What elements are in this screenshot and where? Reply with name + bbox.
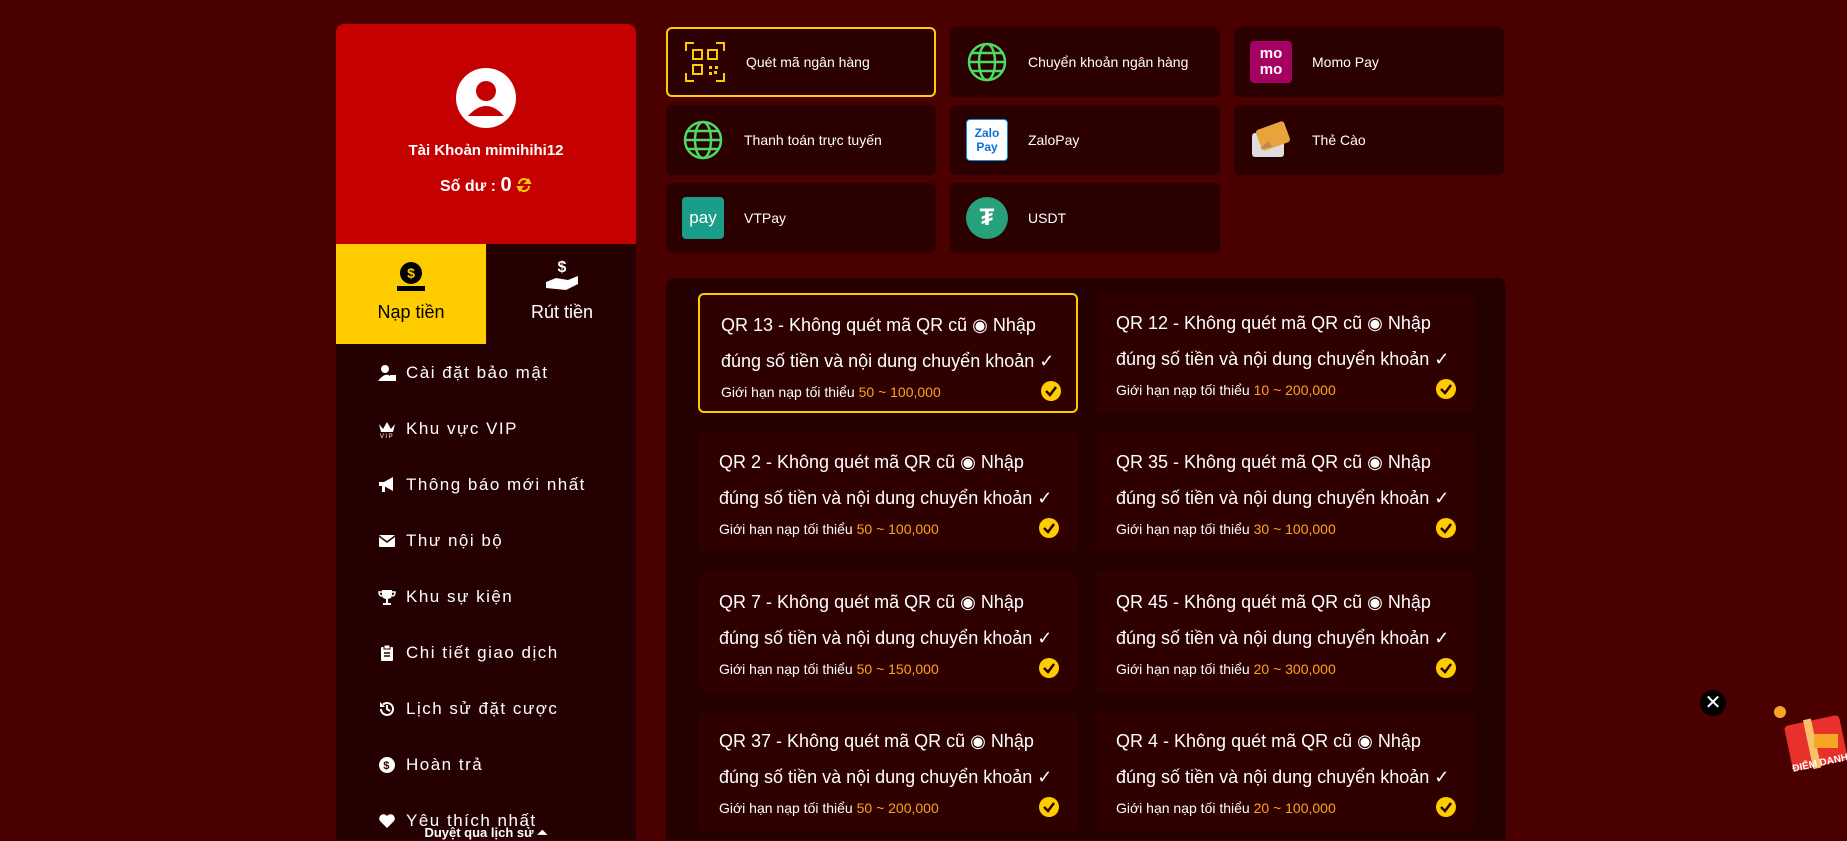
qr-channel-card[interactable]: QR 12 - Không quét mã QR cũ ◉ Nhập đúng … bbox=[1095, 293, 1475, 413]
method-vtpay[interactable]: pay VTPay bbox=[666, 183, 936, 253]
clipboard-icon bbox=[381, 644, 393, 661]
method-label: VTPay bbox=[744, 210, 787, 226]
check-icon bbox=[1039, 658, 1059, 678]
avatar[interactable] bbox=[456, 68, 516, 128]
menu-bet-history[interactable]: Lịch sử đặt cược bbox=[378, 695, 558, 723]
sidebar-menu: Cài đặt bảo mật VIP Khu vực VIP Thông bá… bbox=[336, 344, 636, 840]
megaphone-icon bbox=[379, 477, 393, 492]
balance-value: 0 bbox=[500, 174, 512, 196]
menu-vip-area[interactable]: VIP Khu vực VIP bbox=[378, 415, 518, 443]
momo-logo: mo mo bbox=[1250, 41, 1292, 83]
check-icon bbox=[1436, 658, 1456, 678]
svg-text:VIP: VIP bbox=[380, 434, 394, 438]
check-icon bbox=[1039, 797, 1059, 817]
menu-security-settings[interactable]: Cài đặt bảo mật bbox=[378, 359, 549, 387]
check-icon bbox=[1436, 797, 1456, 817]
svg-text:$: $ bbox=[407, 265, 415, 281]
method-label: USDT bbox=[1028, 210, 1067, 226]
browse-history-link[interactable]: Duyệt qua lịch sử ⏶ bbox=[336, 825, 636, 841]
checkin-gift-widget[interactable]: ĐIỂM DANH bbox=[1774, 690, 1847, 780]
vip-crown-icon: VIP bbox=[379, 422, 395, 438]
method-label: Chuyển khoản ngân hàng bbox=[1028, 54, 1189, 70]
method-scratch-card[interactable]: Thẻ Cào bbox=[1234, 105, 1504, 175]
menu-rebate[interactable]: $ Hoàn trả bbox=[378, 751, 483, 779]
tab-deposit[interactable]: $ Nạp tiền bbox=[336, 244, 486, 344]
qr-channel-card[interactable]: QR 2 - Không quét mã QR cũ ◉ Nhập đúng s… bbox=[698, 432, 1078, 552]
menu-transaction-details[interactable]: Chi tiết giao dịch bbox=[378, 639, 559, 667]
qr-channel-card[interactable]: QR 4 - Không quét mã QR cũ ◉ Nhập đúng s… bbox=[1095, 711, 1475, 831]
menu-internal-mail[interactable]: Thư nội bộ bbox=[378, 527, 503, 555]
menu-events[interactable]: Khu sự kiện bbox=[378, 583, 513, 611]
check-icon bbox=[1436, 518, 1456, 538]
svg-text:$: $ bbox=[383, 760, 391, 772]
method-label: Thẻ Cào bbox=[1312, 132, 1366, 148]
method-zalopay[interactable]: Zalo Pay ZaloPay bbox=[950, 105, 1220, 175]
qr-channel-card[interactable]: QR 7 - Không quét mã QR cũ ◉ Nhập đúng s… bbox=[698, 572, 1078, 692]
method-label: Quét mã ngân hàng bbox=[746, 54, 870, 70]
method-bank-transfer[interactable]: Chuyển khoản ngân hàng bbox=[950, 27, 1220, 97]
qr-channel-panel: QR 13 - Không quét mã QR cũ ◉ Nhập đúng … bbox=[666, 278, 1506, 840]
qr-channel-card[interactable]: QR 45 - Không quét mã QR cũ ◉ Nhập đúng … bbox=[1095, 572, 1475, 692]
account-name: Tài Khoản mimihihi12 bbox=[408, 142, 564, 159]
user-lock-icon bbox=[378, 365, 396, 381]
cash-hand-icon: $ bbox=[546, 259, 578, 290]
method-label: Momo Pay bbox=[1312, 54, 1379, 70]
vtpay-logo: pay bbox=[682, 197, 724, 239]
check-icon bbox=[1436, 379, 1456, 399]
qr-channel-card[interactable]: QR 37 - Không quét mã QR cũ ◉ Nhập đúng … bbox=[698, 711, 1078, 831]
tab-withdraw[interactable]: $ Rút tiền bbox=[486, 244, 637, 344]
scratch-card-icon bbox=[1252, 121, 1291, 157]
deposit-withdraw-tabs: $ Nạp tiền $ Rút tiền bbox=[336, 244, 636, 344]
check-icon bbox=[1039, 518, 1059, 538]
profile-card: Tài Khoản mimihihi12 Số dư : 0 bbox=[336, 24, 636, 244]
balance-row: Số dư : 0 bbox=[336, 174, 636, 197]
menu-latest-announcements[interactable]: Thông báo mới nhất bbox=[378, 471, 586, 499]
qr-scan-icon bbox=[685, 42, 725, 82]
dollar-coin-icon: $ bbox=[379, 757, 395, 773]
envelope-icon bbox=[378, 535, 396, 547]
qr-channel-card[interactable]: QR 35 - Không quét mã QR cũ ◉ Nhập đúng … bbox=[1095, 432, 1475, 552]
trophy-icon bbox=[378, 590, 396, 605]
method-label: Thanh toán trực tuyến bbox=[744, 132, 882, 148]
user-icon bbox=[468, 81, 504, 116]
globe-icon bbox=[683, 120, 723, 160]
method-bank-qr[interactable]: Quét mã ngân hàng bbox=[666, 27, 936, 97]
coin-hand-icon: $ bbox=[397, 262, 425, 291]
method-usdt[interactable]: ₮ USDT bbox=[950, 183, 1220, 253]
globe-icon bbox=[967, 42, 1007, 82]
history-icon bbox=[380, 701, 394, 716]
method-online-payment[interactable]: Thanh toán trực tuyến bbox=[666, 105, 936, 175]
svg-text:$: $ bbox=[558, 259, 567, 276]
method-momo-pay[interactable]: mo mo Momo Pay bbox=[1234, 27, 1504, 97]
method-label: ZaloPay bbox=[1028, 132, 1080, 148]
close-promo-button[interactable]: ✕ bbox=[1700, 690, 1726, 716]
check-icon bbox=[1041, 381, 1061, 401]
refresh-icon[interactable] bbox=[516, 177, 532, 193]
tether-logo: ₮ bbox=[966, 197, 1008, 239]
qr-channel-card[interactable]: QR 13 - Không quét mã QR cũ ◉ Nhập đúng … bbox=[698, 293, 1078, 413]
zalopay-logo: Zalo Pay bbox=[966, 119, 1008, 161]
